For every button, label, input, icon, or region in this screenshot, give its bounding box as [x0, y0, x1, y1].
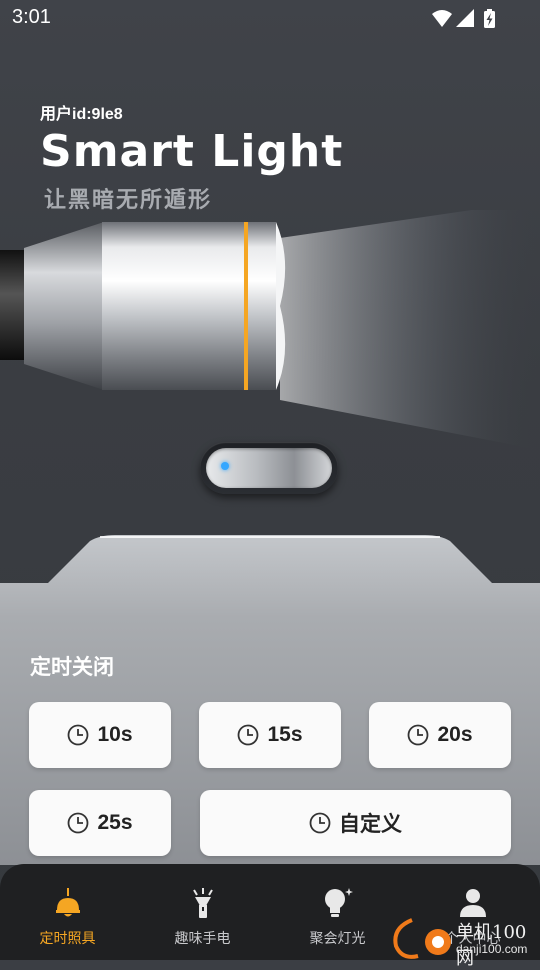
nav-item-timer-lamp[interactable]: 定时照具 [0, 864, 135, 960]
timer-25s-button[interactable]: 25s [29, 790, 171, 856]
status-time: 3:01 [12, 6, 51, 28]
timer-label: 15s [267, 723, 303, 746]
light-beam [280, 210, 540, 450]
toggle-indicator-dot [221, 462, 229, 470]
timer-title: 定时关闭 [30, 655, 114, 679]
power-toggle[interactable] [200, 442, 338, 494]
watermark-url: danji100.com [456, 942, 528, 956]
nav-label: 定时照具 [39, 931, 96, 947]
lamp-icon [55, 888, 80, 917]
clock-icon [68, 812, 89, 834]
timer-label: 20s [437, 723, 473, 746]
timer-20s-button[interactable]: 20s [369, 702, 511, 768]
flashlight-handle [0, 250, 26, 360]
flashlight-head [126, 222, 276, 390]
battery-icon [484, 9, 495, 28]
timer-custom-button[interactable]: 自定义 [200, 790, 511, 856]
status-bar: 3:01 [0, 0, 540, 36]
bulb-icon [324, 888, 353, 917]
clock-icon [238, 724, 259, 746]
nav-item-fun-flashlight[interactable]: 趣味手电 [135, 864, 270, 960]
nav-label: 趣味手电 [174, 931, 231, 947]
flashlight-neck [24, 222, 104, 390]
signal-icon [456, 9, 474, 27]
clock-icon [309, 812, 331, 834]
timer-label: 10s [97, 723, 133, 746]
clock-icon [68, 724, 89, 746]
clock-icon [408, 724, 429, 746]
timer-15s-button[interactable]: 15s [199, 702, 341, 768]
app-title: Smart Light [40, 126, 344, 177]
status-icons [432, 9, 495, 28]
wifi-icon [432, 10, 452, 27]
flashlight-ring [102, 222, 128, 390]
timer-label: 自定义 [339, 812, 402, 836]
screen: 3:01 用户id:9le8 Smart Light 让黑暗无所遁形 定时关闭 … [0, 0, 540, 969]
nav-item-party-lights[interactable]: 聚会灯光 [270, 864, 405, 960]
timer-10s-button[interactable]: 10s [29, 702, 171, 768]
nav-label: 聚会灯光 [309, 931, 366, 947]
flashlight-illustration [0, 210, 540, 450]
flashlight-icon [192, 888, 213, 918]
flashlight-orange-stripe [244, 222, 248, 390]
timer-label: 25s [97, 811, 133, 834]
user-id: 用户id:9le8 [40, 106, 123, 123]
